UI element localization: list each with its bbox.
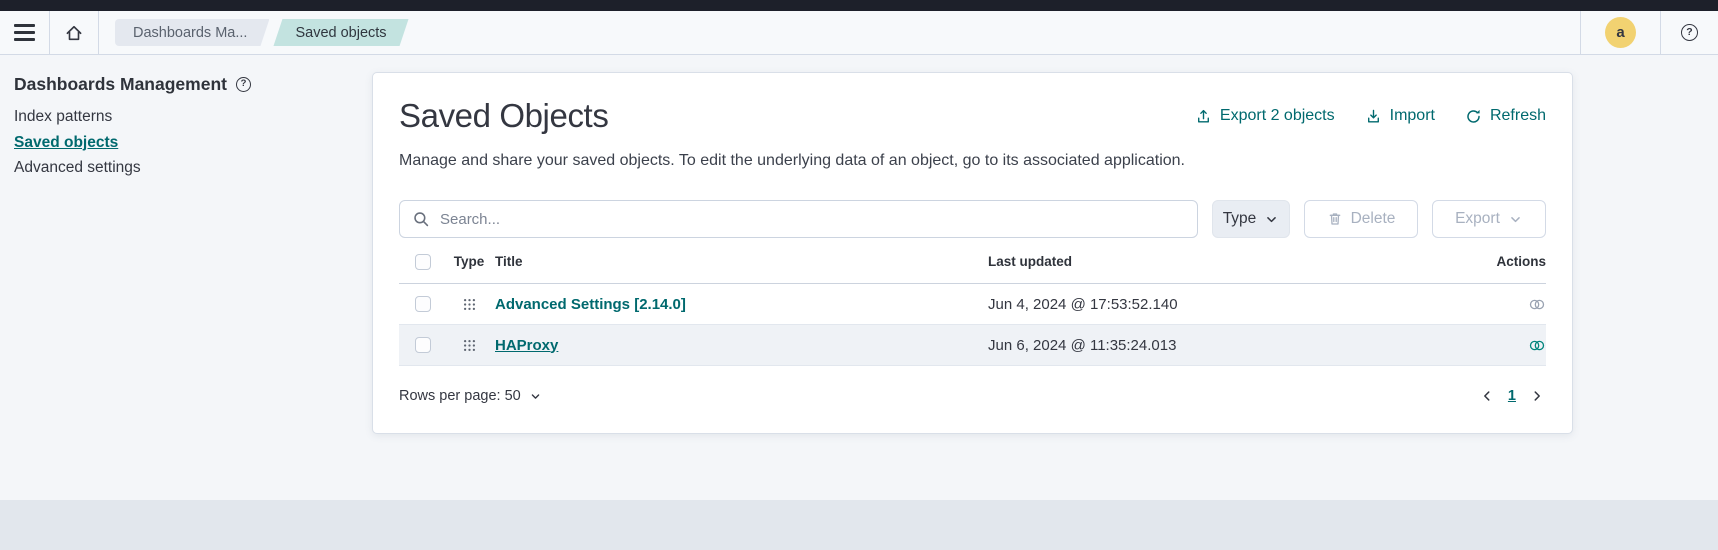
select-all-checkbox[interactable] [415,253,431,270]
sidebar-help-button[interactable]: ? [235,76,251,92]
chevron-down-icon [1267,216,1277,222]
header-right: a ? [1580,11,1718,54]
search-icon [414,212,429,227]
table-header-row: Type Title Last updated Actions [399,240,1546,284]
hamburger-icon [14,24,35,41]
saved-objects-panel: Saved Objects Export 2 objects Import Re… [372,72,1573,434]
chevron-right-icon [1534,391,1540,401]
saved-objects-table: Type Title Last updated Actions Advanced… [399,240,1546,366]
import-label: Import [1389,107,1435,124]
panel-actions: Export 2 objects Import Refresh [1195,107,1546,125]
column-header-type: Type [453,254,485,269]
help-icon: ? [235,76,251,92]
last-updated-cell: Jun 6, 2024 @ 11:35:24.013 [988,336,1177,354]
sidebar: Dashboards Management ? Index patterns S… [14,73,344,181]
last-updated-cell: Jun 4, 2024 @ 17:53:52.140 [988,295,1178,313]
import-button[interactable]: Import [1365,107,1435,125]
page-description: Manage and share your saved objects. To … [399,152,1185,169]
sidebar-item-index-patterns[interactable]: Index patterns [14,104,112,130]
chevron-left-icon [1483,391,1490,401]
export-all-button[interactable]: Export 2 objects [1195,107,1335,125]
help-icon: ? [1681,24,1698,41]
header-divider [1580,11,1581,54]
table-row: Advanced Settings [2.14.0] Jun 4, 2024 @… [399,284,1546,325]
sidebar-nav: Index patterns Saved objects Advanced se… [14,104,344,181]
sidebar-item-advanced-settings[interactable]: Advanced settings [14,155,141,181]
inspect-button[interactable] [1528,338,1546,353]
inspect-icon [1529,299,1545,309]
inspect-icon [1529,340,1545,350]
type-filter-button[interactable]: Type [1212,200,1290,238]
trash-icon [1329,213,1340,225]
table-footer: Rows per page: 50 1 [399,366,1546,422]
inspect-button[interactable] [1528,297,1546,312]
app-screen: Dashboards Ma... Saved objects a ? Dashb… [0,0,1718,550]
config-object-type-icon [463,298,476,311]
header-divider [98,11,99,54]
column-header-last-updated: Last updated [988,254,1073,269]
export-icon [1197,109,1209,123]
page-number-1[interactable]: 1 [1508,388,1516,404]
avatar[interactable]: a [1605,17,1636,48]
menu-button[interactable] [0,11,49,54]
sidebar-item-saved-objects[interactable]: Saved objects [14,130,118,156]
export-button[interactable]: Export [1432,200,1546,238]
sidebar-title: Dashboards Management [14,74,227,94]
export-all-label: Export 2 objects [1219,107,1335,124]
refresh-label: Refresh [1489,107,1546,124]
column-header-actions: Actions [1496,254,1546,269]
object-link-advanced-settings[interactable]: Advanced Settings [2.14.0] [495,296,686,313]
help-button[interactable]: ? [1661,11,1718,54]
delete-button[interactable]: Delete [1304,200,1418,238]
home-button[interactable] [50,11,98,54]
type-filter-label: Type [1222,210,1257,227]
home-icon [66,25,82,40]
breadcrumb-saved-objects[interactable]: Saved objects [273,19,408,46]
delete-label: Delete [1350,210,1396,227]
top-strip [0,0,1718,11]
object-link-haproxy[interactable]: HAProxy [495,337,558,354]
toolbar: Type Delete Export [399,200,1546,238]
refresh-icon [1467,109,1480,123]
rows-per-page-label: Rows per page: 50 [399,388,521,404]
rows-per-page-button[interactable]: Rows per page: 50 [399,388,542,404]
row-checkbox[interactable] [415,337,431,353]
search-box [399,200,1198,238]
app-header: Dashboards Ma... Saved objects a ? [0,11,1718,55]
bottom-gutter [0,500,1718,550]
pagination: 1 [1478,387,1546,405]
chevron-down-icon [531,393,539,399]
table-row: HAProxy Jun 6, 2024 @ 11:35:24.013 [399,325,1546,366]
import-icon [1367,109,1379,123]
column-header-title: Title [495,254,523,269]
next-page-button[interactable] [1528,387,1546,405]
breadcrumb-dashboards-management[interactable]: Dashboards Ma... [115,19,269,46]
row-checkbox[interactable] [415,296,431,312]
chevron-down-icon [1511,216,1520,222]
refresh-button[interactable]: Refresh [1465,107,1546,125]
page-title: Saved Objects [399,97,609,134]
search-input[interactable] [399,200,1198,238]
export-label: Export [1455,210,1500,227]
breadcrumb: Dashboards Ma... Saved objects [115,19,409,46]
previous-page-button[interactable] [1478,387,1496,405]
config-object-type-icon [463,339,476,352]
